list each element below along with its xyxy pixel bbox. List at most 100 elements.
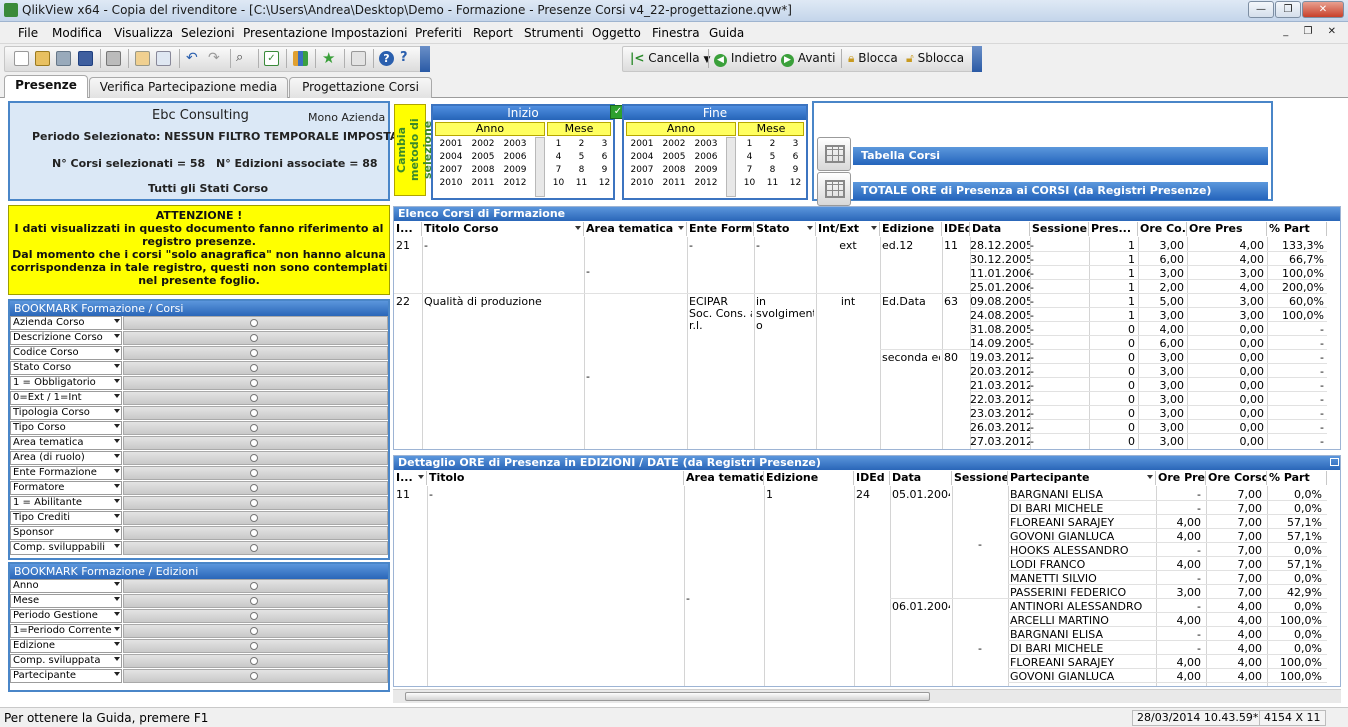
calendar-end-years[interactable]: 2001 2002 2003 2004 2005 2006 2007 2008 2009 2010…	[626, 138, 722, 189]
bookmark-field-label[interactable]: 0=Ext / 1=Int	[10, 391, 122, 405]
year-cell[interactable]: 2006	[499, 151, 531, 163]
year-cell[interactable]: 2001	[626, 138, 658, 150]
bookmark-field-label[interactable]: 1=Periodo Corrente	[10, 624, 122, 638]
month-cell[interactable]: 10	[738, 177, 761, 189]
chevron-down-icon[interactable]	[114, 394, 120, 398]
menu-finestra[interactable]: Finestra	[652, 26, 700, 40]
year-cell[interactable]: 2011	[658, 177, 690, 189]
month-cell[interactable]: 11	[570, 177, 593, 189]
column-header[interactable]: Titolo	[427, 471, 684, 485]
column-header[interactable]: IDEd	[942, 222, 970, 236]
corso22-ided-cell[interactable]: 63	[944, 295, 968, 309]
corso21-id-cell[interactable]: 21	[396, 239, 420, 253]
year-cell[interactable]: 2004	[435, 151, 467, 163]
bookmark-field-value[interactable]	[123, 316, 388, 330]
dettaglio-area-cell[interactable]: -	[686, 592, 762, 606]
blocca-button[interactable]: 🔒︎ Blocca	[848, 51, 898, 66]
menu-report[interactable]: Report	[473, 26, 513, 40]
sort-dropdown-icon[interactable]	[1147, 475, 1153, 479]
month-cell[interactable]: 3	[593, 138, 616, 150]
dettaglio-ore-table[interactable]: Dettaglio ORE di Presenza in EDIZIONI / …	[393, 455, 1341, 687]
scrollbar-thumb[interactable]	[405, 692, 930, 701]
column-header[interactable]: I...	[394, 222, 422, 236]
bookmark-field-label[interactable]: Tipo Crediti	[10, 511, 122, 525]
corso21-intext-cell[interactable]: ext	[818, 239, 878, 253]
month-cell[interactable]: 7	[547, 164, 570, 176]
corso22-intext-cell[interactable]: int	[818, 295, 878, 309]
bookmark-field-label[interactable]: Periodo Gestione	[10, 609, 122, 623]
year-cell[interactable]: 2012	[499, 177, 531, 189]
bookmark-field-value[interactable]	[123, 421, 388, 435]
chevron-down-icon[interactable]	[114, 642, 120, 646]
elenco-ore-corso-cell[interactable]: 3,00	[1138, 435, 1187, 449]
year-cell[interactable]: 2007	[435, 164, 467, 176]
calendar-start-years[interactable]: 2001 2002 2003 2004 2005 2006 2007 2008 2009 2010…	[435, 138, 531, 189]
calendar-end-months[interactable]: 1 2 3 4 5 6 7 8 9 10 11 12	[738, 138, 804, 189]
tabella-corsi-button[interactable]: Tabella Corsi	[817, 137, 1269, 171]
column-header[interactable]: Ore Pres	[1187, 222, 1267, 236]
chevron-down-icon[interactable]	[114, 469, 120, 473]
horizontal-scrollbar[interactable]	[393, 689, 1341, 703]
chart-icon[interactable]	[293, 51, 308, 66]
search-icon[interactable]: ⌕	[236, 51, 251, 66]
dettaglio-ore-corso-cell[interactable]: 4,00	[1208, 684, 1265, 686]
column-header[interactable]: Sessione	[952, 471, 1008, 485]
chevron-down-icon[interactable]	[114, 334, 120, 338]
column-header[interactable]: Ente Form.	[687, 222, 754, 236]
chevron-down-icon[interactable]	[114, 529, 120, 533]
menu-oggetto[interactable]: Oggetto	[592, 26, 641, 40]
sort-dropdown-icon[interactable]	[678, 226, 684, 230]
column-header[interactable]: % Part	[1267, 471, 1327, 485]
month-cell[interactable]: 5	[570, 151, 593, 163]
sort-dropdown-icon[interactable]	[418, 475, 424, 479]
calendar-end-year-scrollbar[interactable]	[726, 137, 736, 197]
year-cell[interactable]: 2012	[690, 177, 722, 189]
corso22-ente3-cell[interactable]: r.l.	[689, 319, 752, 333]
avanti-button[interactable]: ▶ Avanti	[781, 51, 835, 67]
elenco-percent-part-cell[interactable]: -	[1267, 435, 1327, 449]
column-header[interactable]: Ore Co...	[1138, 222, 1187, 236]
bookmark-field-value[interactable]	[123, 609, 388, 623]
bookmark-field-value[interactable]	[123, 331, 388, 345]
month-cell[interactable]: 4	[738, 151, 761, 163]
bookmark-field-label[interactable]: Partecipante	[10, 669, 122, 683]
corso22-titolo-cell[interactable]: Qualità di produzione	[424, 295, 582, 309]
corso21-ided-cell[interactable]: 11	[944, 239, 968, 253]
bookmark-field-value[interactable]	[123, 541, 388, 555]
month-cell[interactable]: 9	[784, 164, 807, 176]
year-cell[interactable]: 2003	[499, 138, 531, 150]
month-cell[interactable]: 2	[761, 138, 784, 150]
menu-selezioni[interactable]: Selezioni	[181, 26, 235, 40]
column-header[interactable]: Data	[970, 222, 1030, 236]
month-cell[interactable]: 6	[784, 151, 807, 163]
save-icon[interactable]	[78, 51, 93, 66]
sblocca-button[interactable]: 🔓︎ Sblocca	[906, 51, 964, 66]
dettaglio-ore-pres-cell[interactable]: 3,00	[1158, 684, 1204, 686]
bookmark-field-label[interactable]: Sponsor	[10, 526, 122, 540]
chevron-down-icon[interactable]	[114, 424, 120, 428]
menu-impostazioni[interactable]: Impostazioni	[331, 26, 407, 40]
corso21-titolo-cell[interactable]: -	[424, 239, 582, 253]
help-icon[interactable]: ?	[379, 51, 394, 66]
chevron-down-icon[interactable]	[114, 612, 120, 616]
bookmark-field-label[interactable]: Formatore	[10, 481, 122, 495]
bookmark-field-value[interactable]	[123, 654, 388, 668]
chevron-down-icon[interactable]	[114, 657, 120, 661]
bookmark-field-label[interactable]: Ente Formazione	[10, 466, 122, 480]
bookmark-field-value[interactable]	[123, 466, 388, 480]
tab-progettazione-corsi[interactable]: Progettazione Corsi	[289, 77, 432, 98]
bookmark-field-label[interactable]: Codice Corso	[10, 346, 122, 360]
bookmark-field-value[interactable]	[123, 496, 388, 510]
column-header[interactable]: Sessione	[1030, 222, 1089, 236]
column-header[interactable]: Area tematica	[684, 471, 764, 485]
bookmark-field-value[interactable]	[123, 346, 388, 360]
selections-icon[interactable]: ✓	[264, 51, 279, 66]
bookmark-field-label[interactable]: Anno	[10, 579, 122, 593]
column-header[interactable]: Partecipante	[1008, 471, 1156, 485]
menu-file[interactable]: File	[18, 26, 38, 40]
totale-ore-button[interactable]: TOTALE ORE di Presenza ai CORSI (da Regi…	[817, 172, 1269, 206]
menu-preferiti[interactable]: Preferiti	[415, 26, 462, 40]
year-cell[interactable]: 2010	[626, 177, 658, 189]
year-cell[interactable]: 2002	[658, 138, 690, 150]
month-cell[interactable]: 8	[761, 164, 784, 176]
